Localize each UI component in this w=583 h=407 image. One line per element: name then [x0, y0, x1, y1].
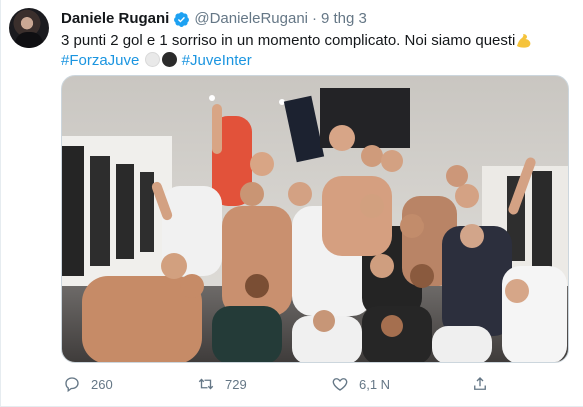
retweet-count: 729	[225, 376, 247, 392]
reply-button[interactable]: 260	[63, 375, 113, 393]
reply-count: 260	[91, 376, 113, 392]
white-circle-emoji	[144, 52, 160, 67]
like-count: 6,1 N	[359, 376, 391, 392]
black-circle-emoji	[161, 52, 177, 67]
tweet-timestamp[interactable]: 9 thg 3	[321, 9, 367, 29]
retweet-icon	[198, 378, 214, 390]
tweet-body-text: 3 punti 2 gol e 1 sorriso in un momento …	[61, 32, 516, 49]
header-separator: ·	[312, 10, 317, 27]
hashtag-forzajuve[interactable]: #ForzaJuve	[61, 52, 139, 69]
share-icon	[474, 377, 486, 390]
share-button[interactable]	[471, 375, 499, 393]
author-name[interactable]: Daniele Rugani	[61, 9, 169, 29]
team-locker-room-photo	[62, 76, 568, 362]
tweet-card[interactable]: Daniele Rugani @DanieleRugani · 9 thg 3 …	[0, 0, 583, 407]
avatar[interactable]	[9, 8, 49, 48]
tweet-actions: 260 729 6,1 N	[61, 372, 521, 396]
like-button[interactable]: 6,1 N	[331, 375, 390, 393]
author-handle[interactable]: @DanieleRugani	[194, 9, 308, 29]
reply-icon	[65, 377, 79, 393]
verified-badge-icon	[174, 11, 190, 27]
hashtag-juveinter[interactable]: #JuveInter	[182, 52, 252, 69]
flexed-biceps-emoji	[517, 34, 531, 48]
tweet-text: 3 punti 2 gol e 1 sorriso in un momento …	[61, 31, 576, 71]
retweet-button[interactable]: 729	[197, 375, 247, 393]
tweet-photo[interactable]	[61, 75, 569, 363]
like-icon	[332, 378, 348, 391]
tweet-header: Daniele Rugani @DanieleRugani · 9 thg 3	[61, 9, 367, 29]
